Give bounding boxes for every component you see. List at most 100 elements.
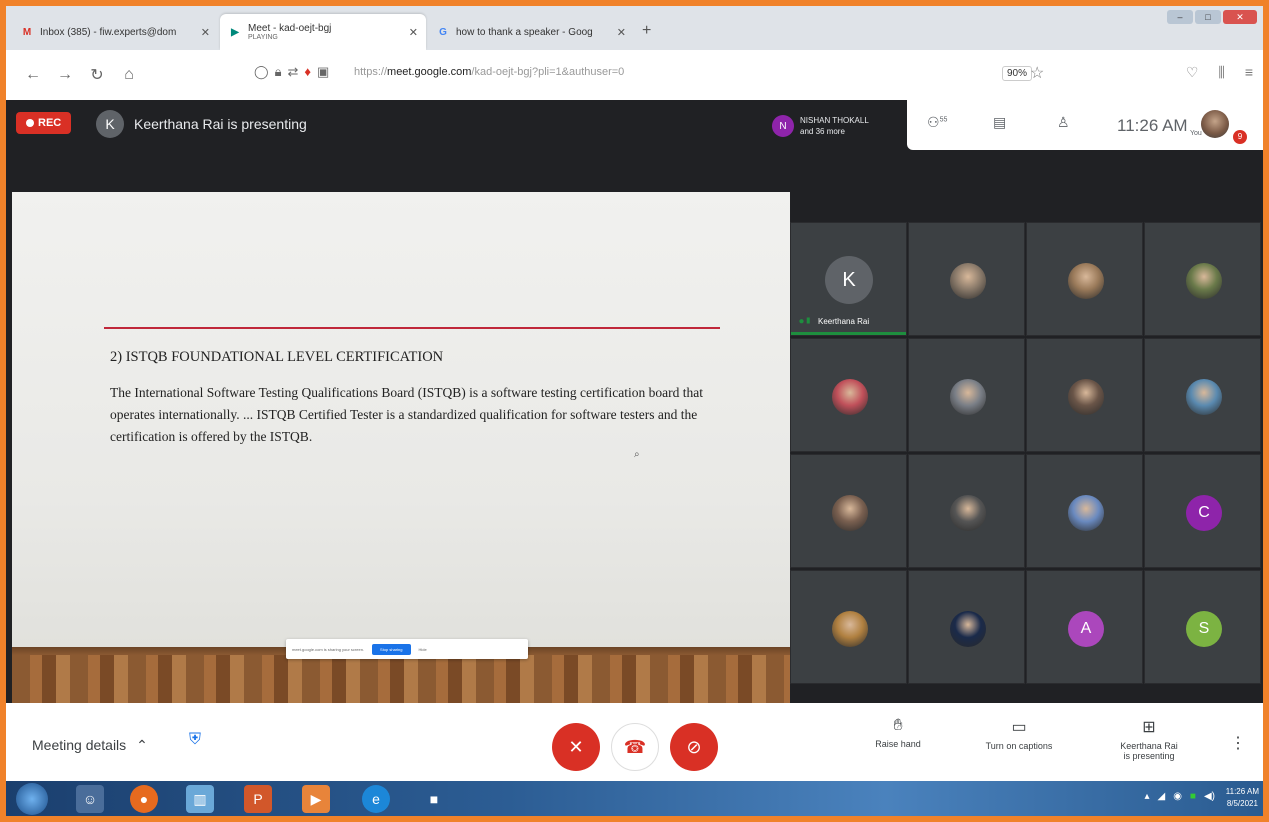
- participant-tile[interactable]: K ⦁▮ Keerthana Rai: [790, 222, 907, 336]
- participant-tile[interactable]: [908, 222, 1025, 336]
- presenting-button[interactable]: ⊞ Keerthana Rai is presenting: [1104, 717, 1194, 761]
- network-icon[interactable]: ◢: [1157, 791, 1165, 802]
- participant-tile[interactable]: [908, 454, 1025, 568]
- screen-share-notice: meet.google.com is sharing your screen. …: [286, 639, 528, 659]
- participant-tile[interactable]: [790, 454, 907, 568]
- participant-tile[interactable]: A: [1026, 570, 1143, 684]
- pocket-icon[interactable]: ♡: [1186, 64, 1199, 81]
- url-prefix: https://: [354, 66, 388, 78]
- presenting-label-1: Keerthana Rai: [1120, 741, 1178, 751]
- start-button[interactable]: [16, 783, 48, 815]
- shield-icon[interactable]: ◯: [254, 64, 269, 80]
- raise-hand-label: Raise hand: [875, 739, 921, 749]
- tab-title: Meet - kad-oejt-bgj PLAYING: [248, 23, 331, 41]
- mic-off-button[interactable]: ✕: [552, 723, 600, 771]
- participant-grid: K ⦁▮ Keerthana Rai C A S: [790, 218, 1263, 703]
- mic-off-icon: ✕: [568, 736, 584, 757]
- participant-tile[interactable]: [1026, 338, 1143, 452]
- menu-icon[interactable]: ≡: [1245, 64, 1253, 81]
- browser-nav-bar: ← → ↻ ⌂ ◯ 🔒︎ ⇄ ♦ ▣ https://meet.google.c…: [6, 50, 1263, 100]
- participant-tile[interactable]: [1144, 222, 1261, 336]
- share-notice-text: meet.google.com is sharing your screen.: [292, 646, 365, 652]
- video-app-icon[interactable]: ■: [420, 785, 448, 813]
- firefox-icon[interactable]: ●: [130, 785, 158, 813]
- tab-title-text: Meet - kad-oejt-bgj: [248, 23, 332, 34]
- participant-tile[interactable]: [790, 570, 907, 684]
- meeting-details-button[interactable]: Meeting details ⌃: [32, 737, 148, 754]
- meet-bottom-bar: Meeting details ⌃ ⛨ ✕ ☎ ⊘ ✋︎ Raise hand …: [6, 703, 1263, 781]
- people-icon[interactable]: ⚇55: [927, 114, 947, 131]
- participants-chip[interactable]: N NISHAN THOKALL and 36 more: [772, 108, 902, 144]
- gmail-icon: M: [22, 26, 32, 38]
- taskbar-clock[interactable]: 11:26 AM 8/5/2021: [1226, 786, 1259, 810]
- hide-button[interactable]: Hide: [419, 647, 427, 652]
- edge-icon[interactable]: e: [362, 785, 390, 813]
- maximize-icon[interactable]: □: [1195, 10, 1221, 24]
- raise-hand-button[interactable]: ✋︎ Raise hand: [868, 717, 928, 749]
- more-options-icon[interactable]: ⋮: [1230, 733, 1246, 753]
- close-icon[interactable]: ✕: [409, 26, 418, 39]
- taskbar-date: 8/5/2021: [1226, 799, 1258, 808]
- participant-photo: [832, 611, 868, 647]
- participant-tile[interactable]: [908, 570, 1025, 684]
- meeting-details-label: Meeting details: [32, 737, 127, 753]
- participant-photo: [950, 611, 986, 647]
- participant-photo: [950, 495, 986, 531]
- tab-meet[interactable]: ▶ Meet - kad-oejt-bgj PLAYING ✕: [220, 14, 426, 50]
- lock-icon[interactable]: 🔒︎: [275, 64, 282, 80]
- participant-avatar: A: [1068, 611, 1104, 647]
- tab-title: Inbox (385) - fiw.experts@dom: [40, 26, 177, 38]
- screen-share-icon[interactable]: ▣: [317, 64, 329, 80]
- close-icon[interactable]: ✕: [201, 26, 210, 39]
- permissions-icon[interactable]: ⇄: [287, 64, 298, 80]
- presenter-avatar: K: [96, 110, 124, 138]
- new-tab-icon[interactable]: +: [642, 22, 651, 40]
- participant-tile[interactable]: [1026, 222, 1143, 336]
- zoom-level[interactable]: 90%: [1002, 66, 1033, 81]
- meet-icon: ▶: [231, 26, 239, 38]
- back-icon[interactable]: ←: [20, 50, 46, 100]
- powerpoint-icon[interactable]: P: [244, 785, 272, 813]
- url-bar[interactable]: https://meet.google.com/kad-oejt-bgj?pli…: [354, 66, 624, 78]
- camera-off-button[interactable]: ⊘: [670, 723, 718, 771]
- participant-photo: [1068, 379, 1104, 415]
- file-explorer-icon[interactable]: ▥: [186, 785, 214, 813]
- window-controls: – □ ✕: [1167, 10, 1257, 24]
- close-window-icon[interactable]: ✕: [1223, 10, 1257, 24]
- stop-sharing-button[interactable]: Stop sharing: [372, 643, 411, 655]
- participant-tile[interactable]: S: [1144, 570, 1261, 684]
- forward-icon[interactable]: →: [52, 50, 78, 100]
- participant-tile[interactable]: [790, 338, 907, 452]
- activities-icon[interactable]: ♙: [1057, 114, 1070, 131]
- host-controls-shield-icon[interactable]: ⛨: [189, 731, 209, 753]
- participant-tile[interactable]: [1026, 454, 1143, 568]
- meeting-clock: 11:26 AM: [1117, 116, 1188, 135]
- participant-photo: [1068, 495, 1104, 531]
- participant-tile[interactable]: C: [1144, 454, 1261, 568]
- bookmark-star-icon[interactable]: ☆: [1030, 63, 1044, 83]
- library-icon[interactable]: ⫼: [1218, 64, 1224, 81]
- media-player-icon[interactable]: ▶: [302, 785, 330, 813]
- home-icon[interactable]: ⌂: [116, 50, 142, 100]
- close-icon[interactable]: ✕: [617, 26, 626, 39]
- participant-tile[interactable]: [908, 338, 1025, 452]
- tab-google-search[interactable]: G how to thank a speaker - Goog ✕: [428, 14, 634, 50]
- captions-button[interactable]: ▭ Turn on captions: [974, 717, 1064, 751]
- security-icon[interactable]: ◉: [1173, 791, 1182, 802]
- tray-chevron-icon[interactable]: ▴: [1144, 791, 1149, 802]
- captions-icon: ▭: [1011, 719, 1027, 736]
- recording-badge: REC: [16, 112, 72, 134]
- chat-icon[interactable]: ▤: [993, 114, 1006, 131]
- mic-icon[interactable]: ♦: [304, 64, 311, 80]
- reload-icon[interactable]: ↻: [84, 50, 110, 100]
- user-app-icon[interactable]: ☺: [76, 785, 104, 813]
- participant-tile[interactable]: [1144, 338, 1261, 452]
- volume-icon[interactable]: ◀): [1204, 791, 1215, 802]
- minimize-icon[interactable]: –: [1167, 10, 1193, 24]
- tab-gmail[interactable]: M Inbox (385) - fiw.experts@dom ✕: [12, 14, 218, 50]
- leave-call-button[interactable]: ☎: [611, 723, 659, 771]
- app-tray-icon[interactable]: ■: [1190, 791, 1196, 802]
- participant-name: NISHAN THOKALL: [800, 116, 869, 125]
- self-avatar[interactable]: [1201, 110, 1229, 138]
- presentation-stage: 2) ISTQB FOUNDATIONAL LEVEL CERTIFICATIO…: [6, 150, 790, 703]
